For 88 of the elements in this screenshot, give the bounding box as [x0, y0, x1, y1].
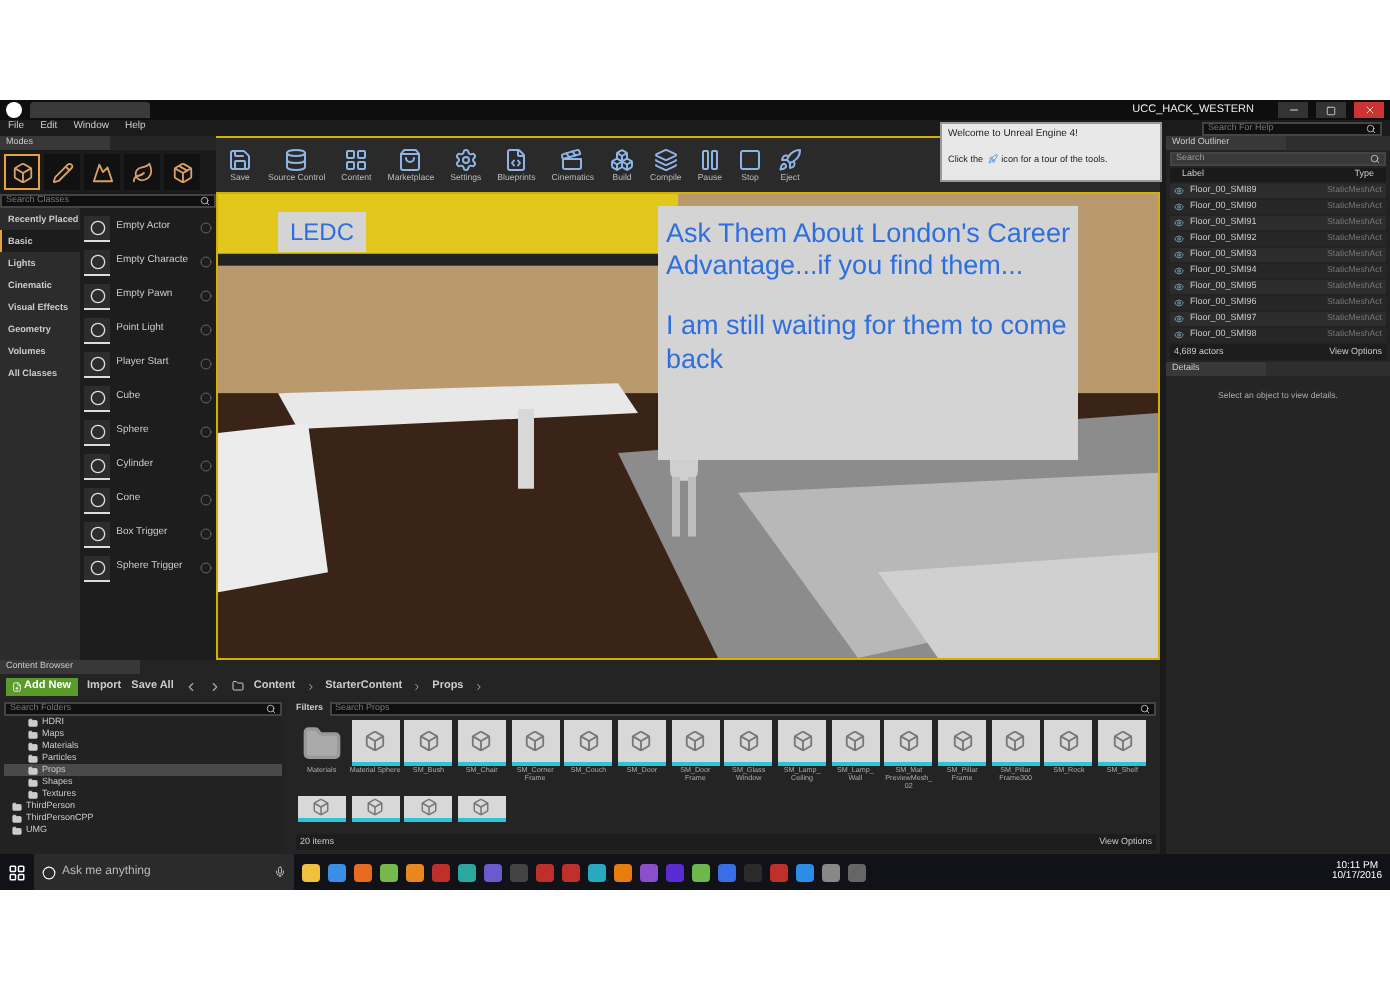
visibility-icon[interactable]	[1174, 250, 1184, 260]
search-icon	[266, 704, 276, 714]
message-text: Ask Them About London's Career Advantage...if you find them...	[666, 218, 1070, 283]
folder-icon	[231, 680, 244, 692]
cube-icon	[684, 730, 707, 752]
asset-tile[interactable]	[349, 796, 401, 824]
cube-icon	[366, 798, 385, 816]
visibility-icon[interactable]	[1174, 202, 1184, 212]
back-icon[interactable]	[183, 679, 198, 693]
actor-thumbnail-icon	[84, 521, 111, 547]
grid-icon	[344, 147, 369, 172]
actor-thumbnail-icon	[84, 249, 111, 275]
visibility-icon[interactable]	[1174, 298, 1184, 308]
maximize-icon	[1326, 105, 1336, 115]
actor-thumbnail-icon	[84, 215, 111, 241]
visibility-icon[interactable]	[1174, 282, 1184, 292]
visibility-icon[interactable]	[1174, 218, 1184, 228]
cube-icon	[364, 730, 387, 752]
close-button[interactable]	[1354, 102, 1384, 118]
pencil-icon[interactable]	[44, 154, 80, 190]
maximize-button[interactable]	[1316, 102, 1346, 118]
actor-thumbnail-icon	[84, 385, 111, 411]
cube-icon	[470, 730, 493, 752]
search-icon	[1366, 123, 1376, 133]
start-icon[interactable]	[8, 863, 26, 881]
viewport-label: LEDC	[278, 212, 367, 252]
cube-icon	[791, 730, 814, 752]
asset-tile[interactable]	[456, 796, 508, 824]
mountain-icon[interactable]	[84, 154, 120, 190]
forward-icon[interactable]	[207, 679, 222, 693]
boxes-icon	[610, 147, 635, 172]
chevron-icon	[473, 681, 484, 691]
visibility-icon[interactable]	[1174, 186, 1184, 196]
layers-icon	[653, 147, 678, 172]
cube-icon	[1111, 730, 1134, 752]
cube-icon	[1004, 730, 1027, 752]
cube-icon	[312, 798, 331, 816]
folder-icon	[301, 723, 342, 763]
actor-thumbnail-icon	[84, 487, 111, 513]
visibility-icon[interactable]	[1174, 234, 1184, 244]
cube-icon	[897, 730, 920, 752]
search-icon	[1140, 704, 1150, 714]
actor-thumbnail-icon	[84, 351, 111, 377]
pause-icon	[697, 147, 722, 172]
microphone-icon[interactable]	[274, 866, 286, 878]
file-plus-icon	[12, 681, 22, 691]
actor-thumbnail-icon	[84, 419, 111, 445]
cube-icon	[417, 730, 440, 752]
message-text: I am still waiting for them to come back	[666, 310, 1069, 376]
rocket-icon	[778, 147, 802, 172]
close-icon	[1363, 104, 1375, 116]
cube-icon	[419, 798, 438, 816]
cube-icon	[951, 730, 974, 752]
chevron-icon	[412, 681, 423, 691]
cube-icon	[1057, 730, 1080, 752]
search-icon	[1370, 154, 1380, 164]
visibility-icon[interactable]	[1174, 266, 1184, 276]
file-code-icon	[504, 147, 529, 172]
search-icon	[200, 196, 210, 206]
bag-icon	[398, 147, 423, 172]
cube-icon	[524, 730, 547, 752]
asset-tile[interactable]	[296, 796, 348, 824]
rocket-icon	[987, 153, 998, 164]
database-icon	[284, 147, 309, 172]
cube-icon	[630, 730, 653, 752]
chevron-icon	[305, 681, 316, 691]
actor-thumbnail-icon	[84, 283, 111, 309]
package-icon[interactable]	[164, 154, 200, 190]
engine-logo-icon	[6, 102, 22, 118]
leaf-icon[interactable]	[124, 154, 160, 190]
cube-icon	[737, 730, 760, 752]
actor-thumbnail-icon	[84, 555, 111, 581]
settings-icon	[453, 147, 478, 172]
minimize-icon	[1287, 104, 1299, 116]
minimize-button[interactable]	[1278, 102, 1308, 118]
stop-icon	[738, 147, 762, 172]
actor-thumbnail-icon	[84, 453, 111, 479]
cube-icon	[844, 730, 867, 752]
visibility-icon[interactable]	[1174, 314, 1184, 324]
visibility-icon[interactable]	[1174, 330, 1184, 340]
actor-thumbnail-icon	[84, 317, 111, 343]
save-icon	[228, 147, 252, 172]
cube-icon	[472, 798, 491, 816]
asset-tile[interactable]	[402, 796, 455, 824]
clapperboard-icon	[560, 147, 585, 172]
circle-icon	[42, 865, 56, 879]
cube-icon[interactable]	[4, 154, 40, 190]
cube-icon	[577, 730, 600, 752]
